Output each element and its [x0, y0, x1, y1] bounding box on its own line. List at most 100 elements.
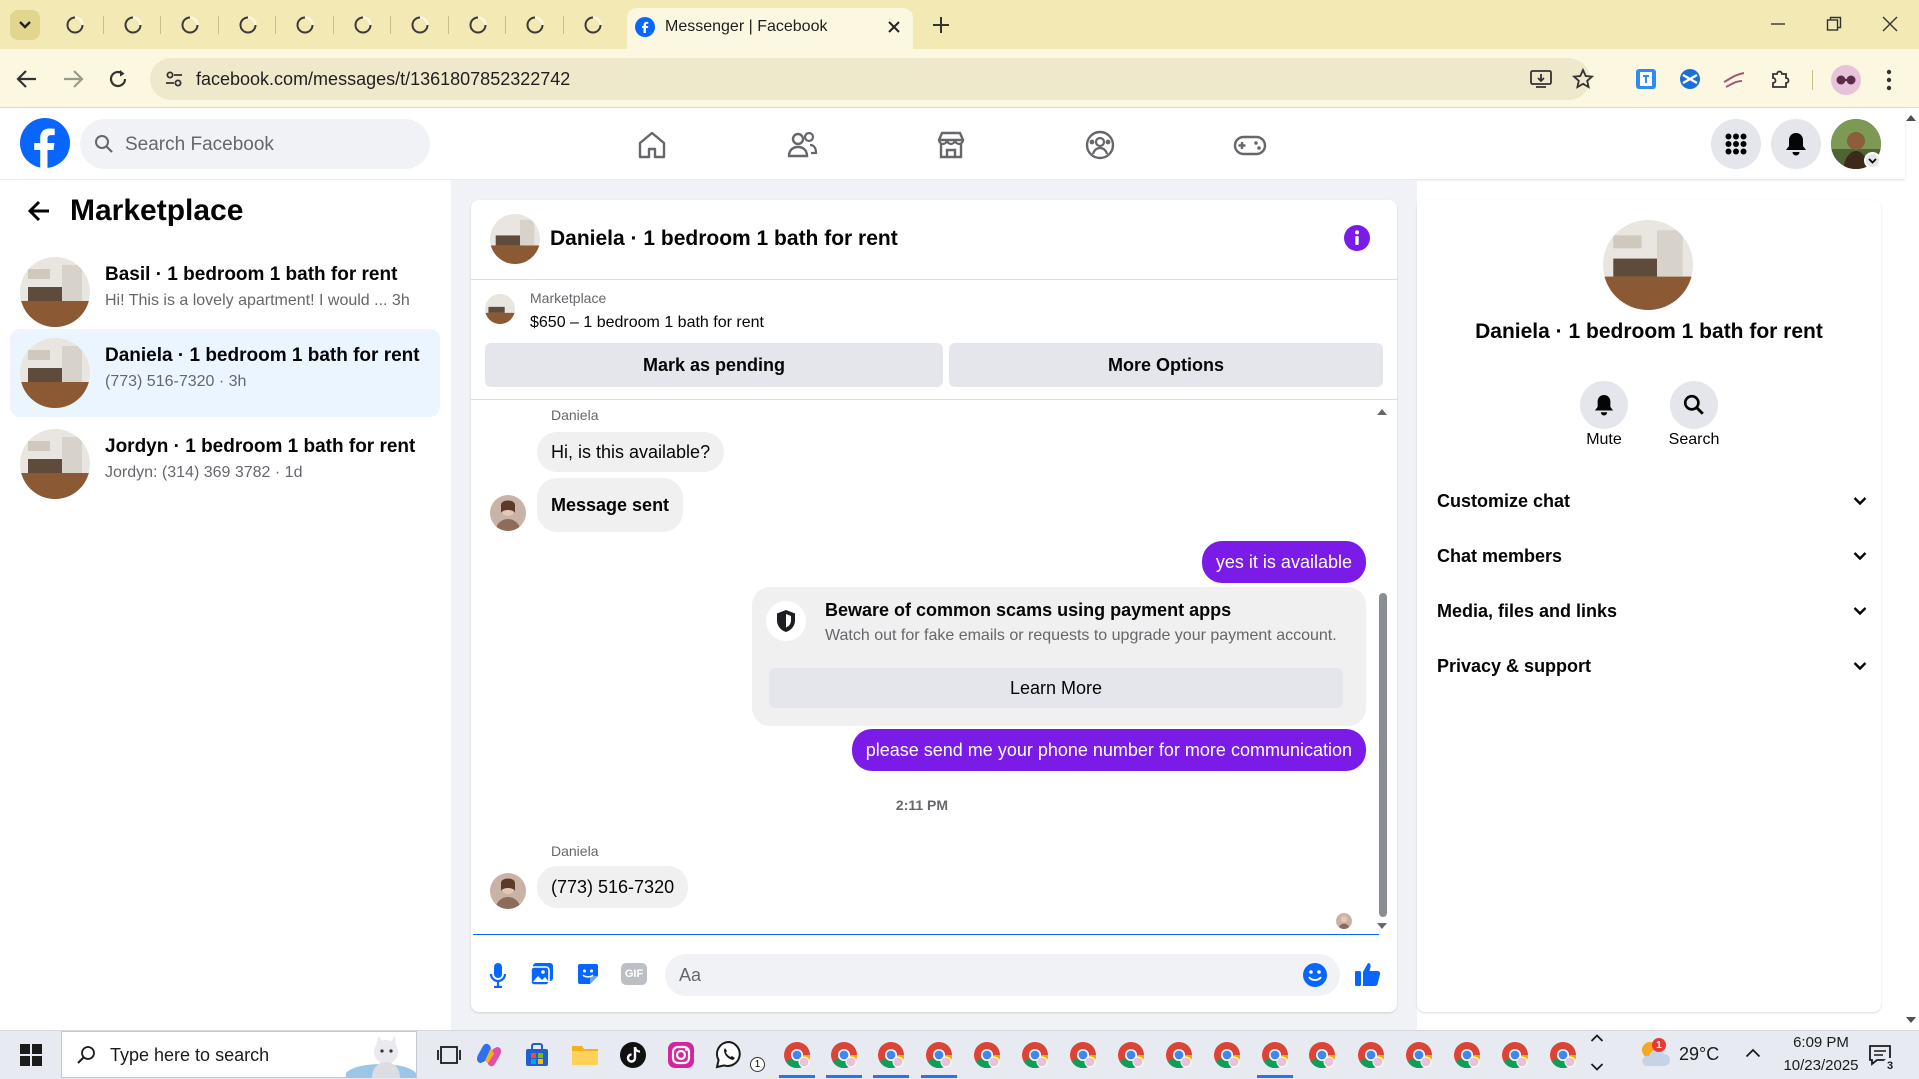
message-composer-input[interactable]: Aa: [665, 954, 1340, 996]
extension-translate-icon[interactable]: [1634, 67, 1658, 91]
gif-icon[interactable]: GIF: [621, 963, 647, 985]
outgoing-message[interactable]: yes it is available: [1201, 541, 1366, 583]
chrome-window-icon[interactable]: [1209, 1037, 1245, 1073]
thumbs-up-icon[interactable]: [1354, 960, 1382, 988]
marketplace-icon[interactable]: [935, 129, 967, 161]
back-arrow-icon[interactable]: [27, 200, 51, 222]
learn-more-button[interactable]: Learn More: [769, 668, 1343, 708]
incoming-message[interactable]: Hi, is this available?: [537, 432, 725, 472]
chat-title[interactable]: Daniela · 1 bedroom 1 bath for rent: [550, 227, 898, 251]
minimize-icon[interactable]: [1770, 16, 1786, 32]
extensions-puzzle-icon[interactable]: [1769, 67, 1793, 91]
weather-temperature[interactable]: 29°C: [1679, 1044, 1719, 1065]
windows-start-icon[interactable]: [20, 1044, 42, 1066]
url-text[interactable]: facebook.com/messages/t/1361807852322742: [196, 69, 570, 90]
chrome-window-icon[interactable]: [1545, 1037, 1581, 1073]
chrome-window-icon[interactable]: [1449, 1037, 1485, 1073]
file-explorer-icon[interactable]: [567, 1037, 603, 1073]
site-info-icon[interactable]: [164, 69, 184, 89]
chrome-window-icon[interactable]: [969, 1037, 1005, 1073]
extension-vpn-icon[interactable]: [1722, 67, 1746, 91]
chrome-window-icon[interactable]: [779, 1037, 815, 1073]
window-close-icon[interactable]: [1882, 16, 1898, 32]
scroll-down-icon[interactable]: [1376, 922, 1388, 930]
chrome-window-icon[interactable]: [1497, 1037, 1533, 1073]
background-tab[interactable]: [564, 12, 622, 38]
chrome-window-icon[interactable]: [1401, 1037, 1437, 1073]
friends-icon[interactable]: [786, 129, 818, 161]
forward-icon[interactable]: [62, 69, 84, 89]
new-tab-icon[interactable]: [931, 15, 951, 35]
background-tab[interactable]: [391, 12, 449, 38]
tiktok-icon[interactable]: [615, 1037, 651, 1073]
page-scroll-down-icon[interactable]: [1905, 1016, 1917, 1024]
chat-avatar[interactable]: [490, 214, 540, 264]
chrome-window-icon[interactable]: [873, 1037, 909, 1073]
conversation-item[interactable]: Jordyn · 1 bedroom 1 bath for rent Jordy…: [10, 420, 440, 508]
home-icon[interactable]: [636, 129, 668, 161]
facebook-search-box[interactable]: Search Facebook: [80, 119, 430, 169]
photo-attach-icon[interactable]: [530, 962, 554, 986]
reload-icon[interactable]: [107, 68, 129, 90]
sender-avatar[interactable]: [490, 873, 526, 909]
close-tab-icon[interactable]: [887, 20, 901, 34]
chrome-window-icon[interactable]: [1065, 1037, 1101, 1073]
account-menu-toggle[interactable]: [1864, 152, 1881, 169]
sticker-icon[interactable]: [576, 962, 600, 986]
conversation-item-selected[interactable]: Daniela · 1 bedroom 1 bath for rent (773…: [10, 329, 440, 417]
mute-button[interactable]: [1580, 381, 1628, 429]
store-icon[interactable]: [519, 1037, 555, 1073]
chrome-profile-avatar[interactable]: [1831, 65, 1861, 95]
restore-icon[interactable]: [1826, 16, 1842, 32]
groups-icon[interactable]: [1084, 129, 1116, 161]
search-in-chat-button[interactable]: [1670, 381, 1718, 429]
background-tab[interactable]: [506, 12, 564, 38]
more-options-button[interactable]: More Options: [949, 343, 1383, 387]
active-tab[interactable]: Messenger | Facebook: [627, 8, 913, 49]
listing-text[interactable]: $650 – 1 bedroom 1 bath for rent: [530, 314, 764, 332]
facebook-logo-icon[interactable]: [20, 118, 70, 168]
tray-chevron-up-icon[interactable]: [1745, 1048, 1761, 1058]
show-hidden-up-icon[interactable]: [1590, 1033, 1604, 1043]
page-scroll-up-icon[interactable]: [1905, 114, 1917, 122]
bookmark-star-icon[interactable]: [1572, 68, 1594, 90]
background-tab[interactable]: [104, 12, 162, 38]
install-app-icon[interactable]: [1530, 69, 1552, 89]
media-files-links-section[interactable]: Media, files and links: [1437, 591, 1867, 631]
info-icon[interactable]: [1344, 225, 1370, 251]
taskbar-date[interactable]: 10/23/2025: [1776, 1057, 1866, 1074]
scroll-up-icon[interactable]: [1376, 408, 1388, 416]
background-tab[interactable]: [161, 12, 219, 38]
notifications-button[interactable]: [1771, 119, 1821, 169]
emoji-icon[interactable]: [1302, 962, 1328, 988]
customize-chat-section[interactable]: Customize chat: [1437, 481, 1867, 521]
chrome-window-icon[interactable]: [1161, 1037, 1197, 1073]
chrome-menu-icon[interactable]: [1886, 68, 1892, 92]
show-hidden-down-icon[interactable]: [1590, 1062, 1604, 1072]
gaming-icon[interactable]: [1233, 129, 1267, 161]
menu-button[interactable]: [1711, 119, 1761, 169]
task-view-icon[interactable]: [437, 1044, 461, 1066]
address-bar[interactable]: facebook.com/messages/t/1361807852322742: [150, 58, 1594, 100]
taskbar-search-box[interactable]: Type here to search: [61, 1031, 417, 1078]
mark-as-pending-button[interactable]: Mark as pending: [485, 343, 943, 387]
conversation-item[interactable]: Basil · 1 bedroom 1 bath for rent Hi! Th…: [10, 248, 440, 336]
chat-scrollbar-thumb[interactable]: [1379, 593, 1387, 917]
chrome-window-icon[interactable]: [826, 1037, 862, 1073]
incoming-message[interactable]: (773) 516-7320: [537, 866, 689, 908]
incoming-message[interactable]: Message sent: [537, 478, 684, 532]
background-tab[interactable]: [276, 12, 334, 38]
chrome-window-icon[interactable]: [1304, 1037, 1340, 1073]
whatsapp-icon[interactable]: [711, 1037, 747, 1073]
chat-members-section[interactable]: Chat members: [1437, 536, 1867, 576]
details-avatar[interactable]: [1603, 220, 1693, 310]
back-icon[interactable]: [16, 69, 38, 89]
outgoing-message[interactable]: please send me your phone number for mor…: [851, 729, 1366, 771]
background-tab[interactable]: [219, 12, 277, 38]
tab-search-button[interactable]: [10, 10, 40, 40]
sender-avatar[interactable]: [490, 495, 526, 531]
background-tab[interactable]: [449, 12, 507, 38]
privacy-support-section[interactable]: Privacy & support: [1437, 646, 1867, 686]
chrome-window-icon[interactable]: [1113, 1037, 1149, 1073]
chrome-window-icon[interactable]: [1017, 1037, 1053, 1073]
